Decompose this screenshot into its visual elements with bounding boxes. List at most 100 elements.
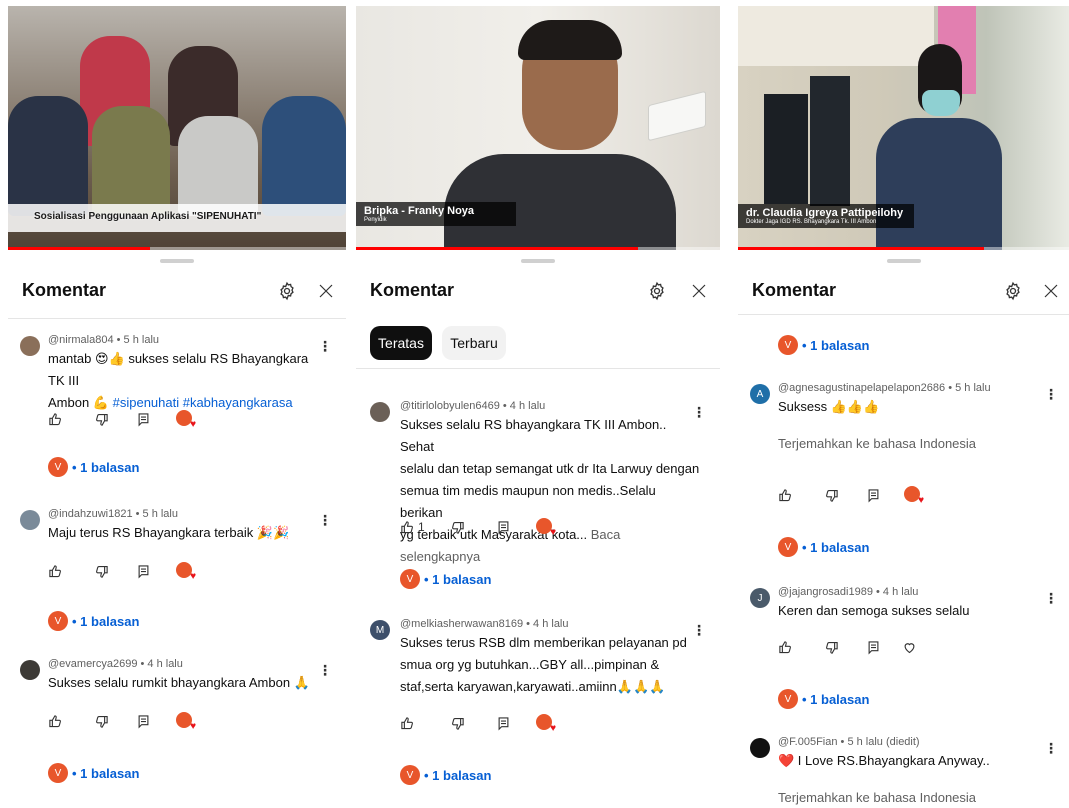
view-replies-button[interactable]: V • 1 balasan <box>400 764 491 786</box>
close-icon[interactable] <box>313 278 339 304</box>
reply-avatar: V <box>778 537 798 557</box>
view-replies-button[interactable]: V • 1 balasan <box>778 536 869 558</box>
dislike-button[interactable] <box>824 484 839 506</box>
avatar[interactable]: M <box>370 620 390 640</box>
close-icon[interactable] <box>686 278 712 304</box>
creator-heart-icon <box>176 712 196 732</box>
comments-header: Komentar <box>8 272 346 312</box>
person-hair-shape <box>518 20 622 60</box>
reply-button[interactable] <box>136 560 151 582</box>
close-icon[interactable] <box>1038 278 1064 304</box>
reply-button[interactable] <box>496 712 511 734</box>
thumb-down-icon <box>452 521 464 534</box>
view-replies-button[interactable]: V • 1 balasan <box>48 456 139 478</box>
thumb-up-icon <box>401 716 413 729</box>
avatar[interactable] <box>20 660 40 680</box>
reply-button[interactable] <box>136 408 151 430</box>
settings-icon[interactable] <box>644 278 670 304</box>
avatar[interactable] <box>750 738 770 758</box>
dislike-button[interactable] <box>94 560 109 582</box>
avatar[interactable]: J <box>750 588 770 608</box>
replies-count: • 1 balasan <box>802 691 870 707</box>
reply-button[interactable] <box>496 516 511 538</box>
dislike-button[interactable] <box>94 408 109 430</box>
dislike-button[interactable] <box>450 712 465 734</box>
dislike-button[interactable] <box>94 710 109 732</box>
comment-text: mantab 😍👍 sukses selalu RS Bhayangkara T… <box>48 348 328 414</box>
reply-avatar: V <box>48 457 68 477</box>
more-vert-icon[interactable]: ⋮ <box>318 510 332 530</box>
drag-handle[interactable] <box>521 259 555 263</box>
caption-name: Bripka - Franky Noya <box>364 205 475 217</box>
settings-icon[interactable] <box>274 278 300 304</box>
like-button[interactable] <box>48 710 63 732</box>
comment-meta[interactable]: @F.005Fian • 5 h lalu (diedit) <box>778 736 920 748</box>
reply-icon <box>138 714 149 728</box>
more-vert-icon[interactable]: ⋮ <box>1044 588 1058 608</box>
avatar[interactable]: A <box>750 384 770 404</box>
video-player[interactable]: Bripka - Franky Noya Penyidik <box>356 6 720 250</box>
thumb-down-icon <box>96 715 108 728</box>
view-replies-button[interactable]: V • 1 balasan <box>48 762 139 784</box>
like-button[interactable] <box>778 484 793 506</box>
view-replies-button[interactable]: V • 1 balasan <box>778 334 869 356</box>
dislike-button[interactable] <box>450 516 465 538</box>
comment-meta[interactable]: @evamercya2699 • 4 h lalu <box>48 658 183 670</box>
more-vert-icon[interactable]: ⋮ <box>318 336 332 356</box>
like-count: 1 <box>418 520 425 534</box>
like-button[interactable] <box>778 636 793 658</box>
heart-button[interactable] <box>902 636 917 658</box>
comment-line: mantab 😍👍 sukses selalu RS Bhayangkara T… <box>48 351 309 388</box>
chip-top[interactable]: Teratas <box>370 326 432 360</box>
comment-meta[interactable]: @jajangrosadi1989 • 4 h lalu <box>778 586 918 598</box>
more-vert-icon[interactable]: ⋮ <box>692 402 706 422</box>
translate-link[interactable]: Terjemahkan ke bahasa Indonesia <box>778 790 976 805</box>
dislike-button[interactable] <box>824 636 839 658</box>
reply-button[interactable] <box>136 710 151 732</box>
video-player[interactable]: Sosialisasi Penggunaan Aplikasi "SIPENUH… <box>8 6 346 250</box>
comment-text: Sukses selalu RS bhayangkara TK III Ambo… <box>400 414 700 568</box>
view-replies-button[interactable]: V • 1 balasan <box>778 688 869 710</box>
person-shape <box>8 96 88 216</box>
translate-link[interactable]: Terjemahkan ke bahasa Indonesia <box>778 436 976 451</box>
like-button[interactable] <box>48 560 63 582</box>
thumb-up-icon <box>779 488 791 501</box>
comment-actions <box>48 560 208 582</box>
avatar[interactable] <box>20 336 40 356</box>
reply-button[interactable] <box>866 636 881 658</box>
chip-newest[interactable]: Terbaru <box>442 326 506 360</box>
drag-handle[interactable] <box>160 259 194 263</box>
comment-meta[interactable]: @indahzuwi1821 • 5 h lalu <box>48 508 178 520</box>
more-vert-icon[interactable]: ⋮ <box>1044 384 1058 404</box>
comment-meta[interactable]: @nirmala804 • 5 h lalu <box>48 334 159 346</box>
more-vert-icon[interactable]: ⋮ <box>318 660 332 680</box>
view-replies-button[interactable]: V • 1 balasan <box>400 568 491 590</box>
avatar[interactable] <box>20 510 40 530</box>
reply-avatar: V <box>400 765 420 785</box>
creator-heart-icon <box>176 562 196 582</box>
video-player[interactable]: dr. Claudia Igreya Pattipeilohy Dokter J… <box>738 6 1069 250</box>
comment-actions <box>48 710 208 732</box>
comment-meta[interactable]: @titirlolobyulen6469 • 4 h lalu <box>400 400 545 412</box>
creator-heart-icon <box>904 486 924 506</box>
view-replies-button[interactable]: V • 1 balasan <box>48 610 139 632</box>
more-vert-icon[interactable]: ⋮ <box>692 620 706 640</box>
avatar[interactable] <box>370 402 390 422</box>
drag-handle[interactable] <box>886 259 921 263</box>
caption-name: dr. Claudia Igreya Pattipeilohy <box>746 207 904 219</box>
like-button[interactable]: 1 <box>400 516 425 538</box>
comment-meta[interactable]: @melkiasherwawan8169 • 4 h lalu <box>400 618 569 630</box>
comments-title: Komentar <box>22 280 107 300</box>
heart-outline-icon <box>904 642 915 653</box>
like-button[interactable] <box>48 408 63 430</box>
more-vert-icon[interactable]: ⋮ <box>1044 738 1058 758</box>
like-button[interactable] <box>400 712 415 734</box>
caption-role: Penyidik <box>364 217 387 223</box>
header-divider <box>738 314 1069 315</box>
settings-icon[interactable] <box>1000 278 1026 304</box>
comments-header: Komentar <box>356 272 720 312</box>
comment-line: Sukses terus RSB dlm memberikan pelayana… <box>400 635 687 650</box>
reply-button[interactable] <box>866 484 881 506</box>
comment-meta[interactable]: @agnesagustinapelapelapon2686 • 5 h lalu <box>778 382 991 394</box>
thumb-up-icon <box>49 564 61 577</box>
